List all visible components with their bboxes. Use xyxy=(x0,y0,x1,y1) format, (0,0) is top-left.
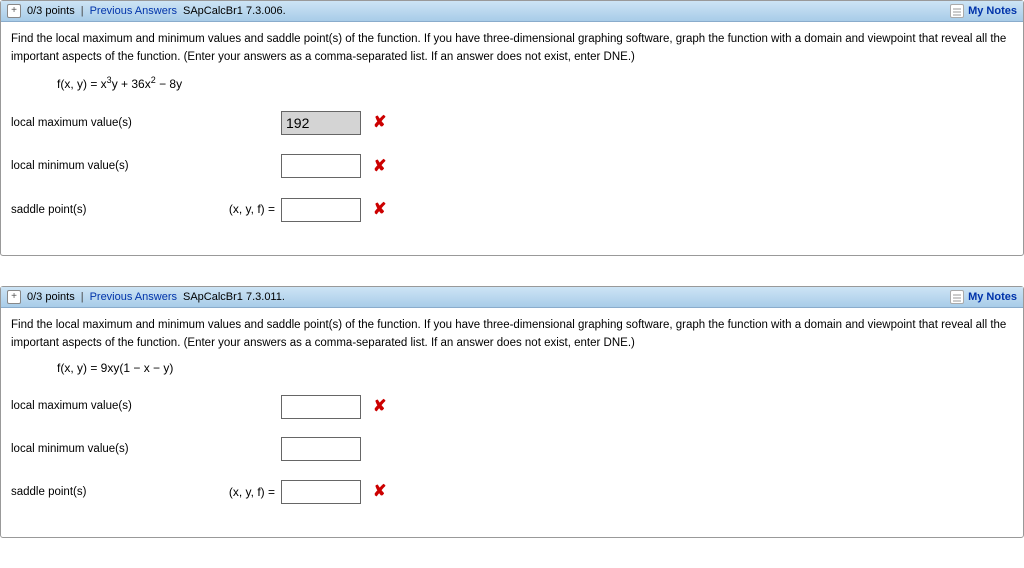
incorrect-icon: ✘ xyxy=(373,479,386,505)
my-notes-link[interactable]: My Notes xyxy=(968,291,1017,303)
instructions: Find the local maximum and minimum value… xyxy=(11,316,1013,353)
answer-label: saddle point(s) xyxy=(11,483,206,501)
formula: f(x, y) = 9xy(1 − x − y) xyxy=(57,359,1013,378)
header-right: My Notes xyxy=(950,4,1017,18)
answer-row: saddle point(s)(x, y, f) = ✘ xyxy=(11,479,1013,505)
divider: | xyxy=(81,291,84,303)
answer-label: local minimum value(s) xyxy=(11,157,206,175)
answer-row: local minimum value(s) xyxy=(11,437,1013,461)
answer-prefix: (x, y, f) = xyxy=(206,200,281,219)
answer-input[interactable] xyxy=(281,198,361,222)
formula: f(x, y) = x3y + 36x2 − 8y xyxy=(57,73,1013,94)
question: +0/3 points | Previous Answers SApCalcBr1 7… xyxy=(0,286,1024,538)
divider: | xyxy=(81,5,84,17)
previous-answers-link[interactable]: Previous Answers xyxy=(90,5,177,17)
question-code: SApCalcBr1 7.3.011. xyxy=(183,291,285,303)
answer-prefix: (x, y, f) = xyxy=(206,483,281,502)
points-label: 0/3 points xyxy=(27,291,75,303)
header-left: +0/3 points | Previous Answers SApCalcBr1 7… xyxy=(7,290,950,304)
answer-label: local minimum value(s) xyxy=(11,440,206,458)
incorrect-icon: ✘ xyxy=(373,110,386,136)
question-header: +0/3 points | Previous Answers SApCalcBr1 7… xyxy=(1,1,1023,22)
question: +0/3 points | Previous Answers SApCalcBr1 7… xyxy=(0,0,1024,256)
question-body: Find the local maximum and minimum value… xyxy=(1,308,1023,537)
previous-answers-link[interactable]: Previous Answers xyxy=(90,291,177,303)
notes-icon[interactable] xyxy=(950,290,964,304)
my-notes-link[interactable]: My Notes xyxy=(968,5,1017,17)
answer-row: local maximum value(s) ✘ xyxy=(11,394,1013,420)
header-left: +0/3 points | Previous Answers SApCalcBr1 7… xyxy=(7,4,950,18)
question-header: +0/3 points | Previous Answers SApCalcBr1 7… xyxy=(1,287,1023,308)
notes-icon[interactable] xyxy=(950,4,964,18)
incorrect-icon: ✘ xyxy=(373,197,386,223)
answer-label: local maximum value(s) xyxy=(11,114,206,132)
answer-input[interactable] xyxy=(281,437,361,461)
answer-input[interactable] xyxy=(281,154,361,178)
answer-row: saddle point(s)(x, y, f) = ✘ xyxy=(11,197,1013,223)
expand-icon[interactable]: + xyxy=(7,4,21,18)
answer-input[interactable] xyxy=(281,480,361,504)
answer-input[interactable] xyxy=(281,395,361,419)
question-code: SApCalcBr1 7.3.006. xyxy=(183,5,286,17)
question-body: Find the local maximum and minimum value… xyxy=(1,22,1023,255)
answer-row: local minimum value(s) ✘ xyxy=(11,154,1013,180)
points-label: 0/3 points xyxy=(27,5,75,17)
answer-row: local maximum value(s) ✘ xyxy=(11,110,1013,136)
expand-icon[interactable]: + xyxy=(7,290,21,304)
incorrect-icon: ✘ xyxy=(373,154,386,180)
answer-input[interactable] xyxy=(281,111,361,135)
incorrect-icon: ✘ xyxy=(373,394,386,420)
answer-label: local maximum value(s) xyxy=(11,397,206,415)
answer-label: saddle point(s) xyxy=(11,201,206,219)
instructions: Find the local maximum and minimum value… xyxy=(11,30,1013,67)
header-right: My Notes xyxy=(950,290,1017,304)
